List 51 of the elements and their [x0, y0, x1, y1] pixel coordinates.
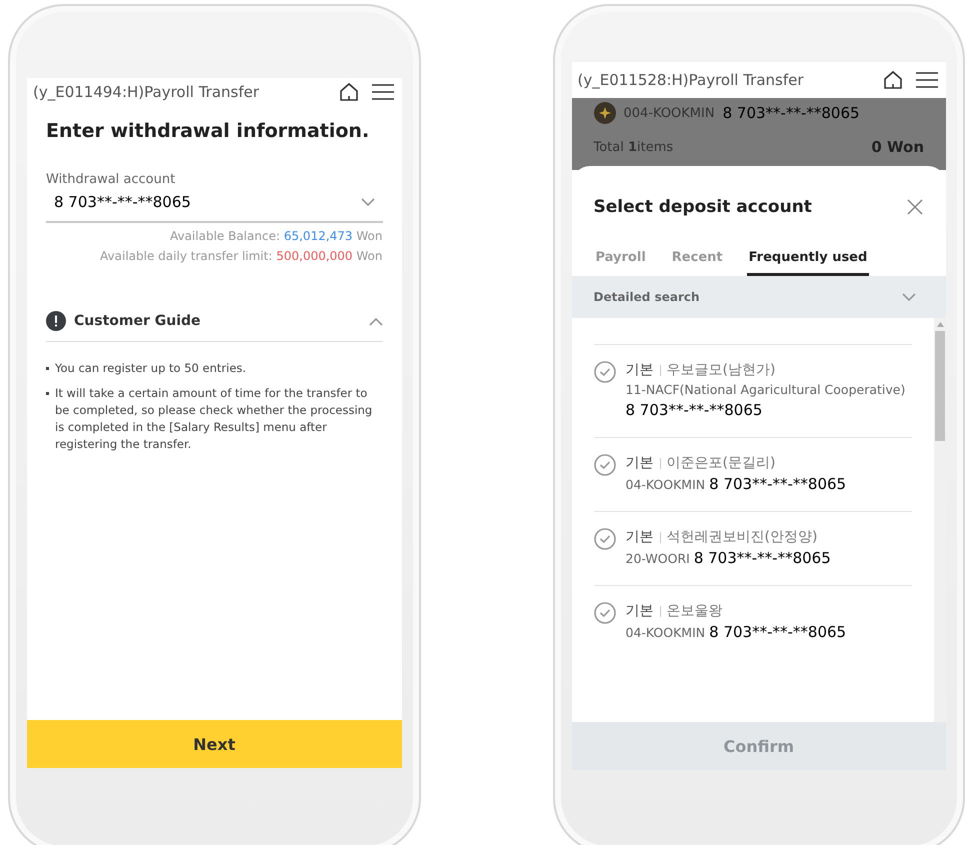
account-item[interactable]: 기본 우보글모(남현가) 11-NACF(National Agaricultural Cooperative) 8 703**-**-**8065 — [594, 344, 912, 437]
account-tag: 기본 — [626, 602, 654, 620]
account-select[interactable]: 8 703**-**-**8065 — [46, 187, 382, 223]
guide-text: You can register up to 50 entries. — [55, 360, 246, 377]
account-tag: 기본 — [626, 361, 654, 379]
total-count: Total 1items — [594, 140, 674, 154]
field-label: Withdrawal account — [46, 172, 176, 187]
account-holder: 우보글모(남현가) — [666, 361, 776, 379]
account-item[interactable]: 기본 이준은포(문길리) 04-KOOKMIN 8 703**-**-**8065 — [594, 437, 912, 511]
limit-text: Available daily transfer limit: 500,000,000 Won — [100, 249, 382, 263]
bank-logo-icon — [594, 102, 616, 124]
bank-name: 11-NACF(National Agaricultural Cooperative) — [626, 382, 906, 397]
chevron-icon — [902, 292, 916, 302]
total-amount: 0 Won — [871, 138, 924, 156]
bank-name: 004-KOOKMIN — [624, 106, 715, 120]
close-icon — [907, 199, 923, 215]
bank-name: 04-KOOKMIN — [626, 477, 706, 492]
account-number: 8 703**-**-**8065 — [694, 549, 831, 567]
bank-name: 04-KOOKMIN — [626, 625, 706, 640]
guide-text: It will take a certain amount of time for the transfer to be completed, so please check whether the processing is completed in the [Salary Results] menu after registering the transfer. — [55, 385, 374, 453]
account-number: 8 703**-**-**8065 — [709, 623, 846, 641]
header-title: (y_E011528:H)Payroll Transfer — [578, 71, 805, 89]
account-holder: 석헌레권보비진(안정양) — [666, 528, 818, 546]
guide-toggle[interactable]: Customer Guide — [46, 311, 382, 342]
account-holder: 온보울왕 — [666, 602, 722, 620]
alert-icon — [46, 311, 66, 331]
menu-icon — [370, 83, 394, 101]
next-button[interactable]: Next — [27, 720, 402, 768]
menu-icon — [915, 71, 939, 89]
bank-name: 20-WOORI — [626, 551, 690, 566]
chevron-icon — [368, 316, 382, 326]
scrollbar[interactable] — [934, 318, 946, 722]
bullet-mark — [46, 392, 49, 395]
scroll-thumb[interactable] — [935, 331, 945, 441]
sheet-title: Select deposit account — [594, 197, 812, 217]
account-tag: 기본 — [626, 528, 654, 546]
balance-text: Available Balance: 65,012,473 Won — [170, 229, 382, 243]
page-title: Enter withdrawal information. — [46, 120, 370, 142]
account-tag: 기본 — [626, 454, 654, 472]
account-number: 8 703**-**-**8065 — [709, 475, 846, 493]
account-item[interactable]: 기본 온보울왕 04-KOOKMIN 8 703**-**-**8065 — [594, 585, 912, 659]
account-item[interactable]: 기본 석헌레권보비진(안정양) 20-WOORI 8 703**-**-**8065 — [594, 511, 912, 585]
bullet-mark — [46, 367, 49, 370]
chevron-icon — [360, 198, 374, 206]
account-holder: 이준은포(문길리) — [666, 454, 776, 472]
detailed-search-toggle[interactable]: Detailed search — [572, 276, 946, 318]
account-number: 8 703**-**-**8065 — [626, 401, 762, 419]
home-icon — [882, 69, 904, 91]
header-title: (y_E011494:H)Payroll Transfer — [33, 83, 260, 101]
home-icon — [338, 81, 360, 103]
account-number: 8 703**-**-**8065 — [722, 104, 860, 122]
